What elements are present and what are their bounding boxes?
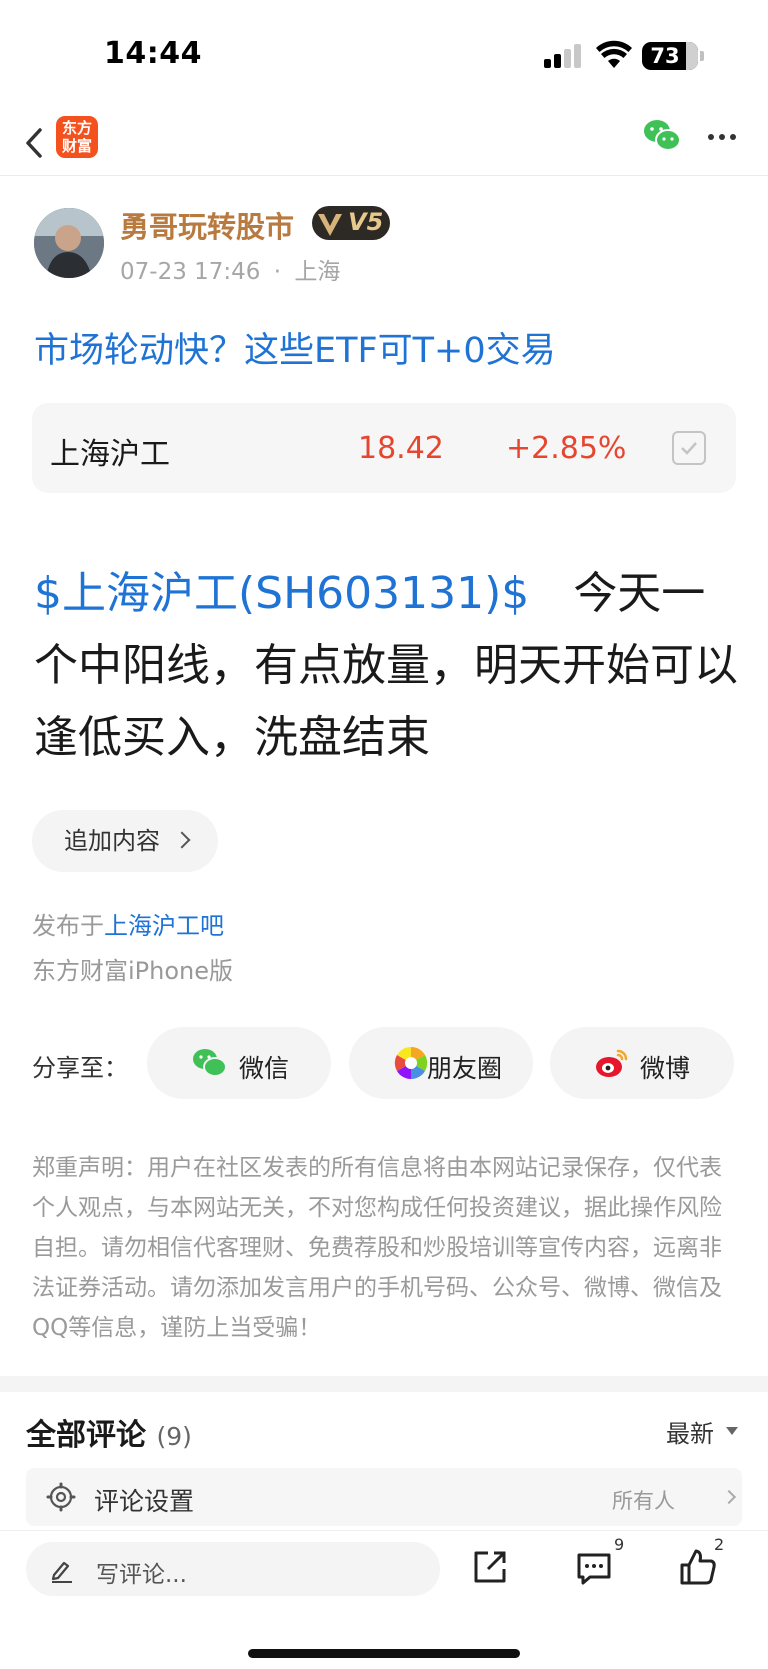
share-wechat-label: 微信 [239, 1054, 290, 1083]
chevron-right-icon [721, 1489, 737, 1505]
share-weibo-label: 微博 [640, 1054, 691, 1083]
battery-icon: 73 [642, 42, 698, 70]
more-icon[interactable] [708, 128, 738, 144]
post-meta: 07-23 17:46 · 上海 [120, 252, 340, 286]
stock-tag-link[interactable]: $上海沪工(SH603131)$ [34, 568, 529, 619]
vip-level: V5 [348, 208, 384, 236]
status-time: 14:44 [104, 36, 202, 71]
check-icon [681, 442, 697, 455]
share-label: 分享至： [32, 1054, 128, 1082]
comment-settings-label: 评论设置 [94, 1487, 195, 1516]
write-comment-input[interactable]: 写评论... [26, 1542, 440, 1596]
eastmoney-logo[interactable]: 东方 财富 [56, 116, 98, 158]
avatar[interactable] [34, 208, 104, 278]
home-indicator [248, 1649, 520, 1658]
comments-title-label: 全部评论 [26, 1418, 146, 1453]
section-divider [0, 1376, 768, 1392]
post-title[interactable]: 市场轮动快？这些ETF可T+0交易 [34, 322, 556, 373]
bottom-bar: 写评论... 9 2 [0, 1530, 768, 1669]
vip-badge: V5 [312, 206, 390, 240]
comment-settings-value: 所有人 [612, 1489, 675, 1513]
sort-dropdown[interactable]: 最新 [666, 1414, 714, 1449]
post-time: 07-23 17:46 [120, 259, 261, 285]
pen-icon [51, 1561, 72, 1583]
published-in: 发布于上海沪工吧 [32, 906, 224, 941]
author-name[interactable]: 勇哥玩转股市 [120, 204, 294, 246]
share-moments-label: 朋友圈 [427, 1054, 503, 1083]
comment-count: 9 [614, 1535, 625, 1554]
write-comment-placeholder: 写评论... [96, 1562, 187, 1588]
back-icon[interactable] [18, 118, 52, 168]
weibo-icon [596, 1049, 628, 1077]
post-location: 上海 [294, 259, 341, 285]
share-moments-button[interactable]: 朋友圈 [349, 1027, 533, 1099]
stock-change: +2.85% [506, 431, 627, 466]
status-bar: 14:44 73 [0, 0, 768, 110]
moments-icon [394, 1046, 428, 1080]
watchlist-checkbox[interactable] [672, 431, 706, 465]
nav-bar: 东方 财富 [0, 110, 768, 176]
comments-count: (9) [156, 1422, 192, 1451]
share-weibo-button[interactable]: 微博 [550, 1027, 734, 1099]
share-wechat-button[interactable]: 微信 [147, 1027, 331, 1099]
comment-settings-row[interactable]: 评论设置 所有人 [26, 1468, 742, 1526]
chevron-right-icon [173, 831, 191, 849]
add-content-button[interactable]: 追加内容 [32, 810, 218, 872]
battery-level: 73 [650, 44, 680, 68]
stock-price: 18.42 [358, 431, 444, 466]
meta-separator: · [273, 259, 282, 285]
published-prefix: 发布于 [32, 912, 104, 940]
stock-name: 上海沪工 [50, 437, 170, 472]
like-icon[interactable] [678, 1547, 718, 1587]
add-content-label: 追加内容 [64, 827, 160, 855]
wifi-icon [596, 40, 632, 68]
comment-icon[interactable] [574, 1547, 614, 1587]
wechat-share-icon[interactable] [642, 118, 682, 154]
gear-icon [46, 1482, 76, 1512]
wechat-icon [193, 1049, 227, 1077]
vip-crest-icon [318, 214, 342, 236]
caret-down-icon[interactable] [726, 1427, 738, 1435]
cellular-signal-icon [544, 44, 584, 68]
client-info: 东方财富iPhone版 [32, 957, 234, 985]
post-body: $上海沪工(SH603131)$ 今天一个中阳线，有点放量，明天开始可以逢低买入… [34, 558, 742, 774]
stock-card[interactable]: 上海沪工 18.42 +2.85% [32, 403, 736, 493]
like-count: 2 [714, 1535, 725, 1554]
disclaimer: 郑重声明：用户在社区发表的所有信息将由本网站记录保存，仅代表个人观点，与本网站无… [32, 1155, 722, 1341]
board-link[interactable]: 上海沪工吧 [104, 912, 224, 940]
share-icon[interactable] [470, 1547, 510, 1587]
comments-title: 全部评论 (9) [26, 1410, 192, 1454]
